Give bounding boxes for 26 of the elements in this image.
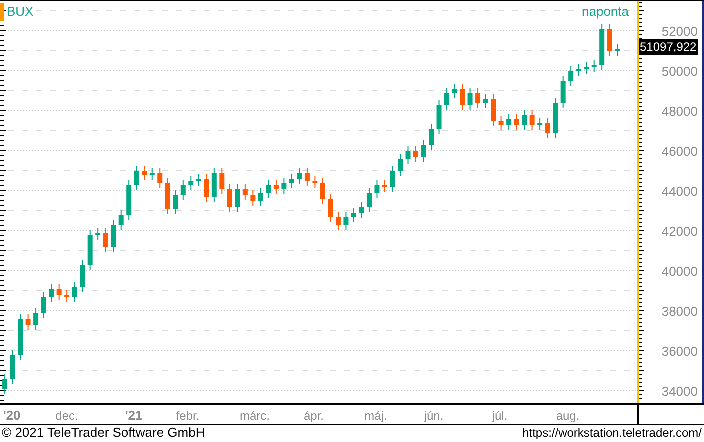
x-axis-label: ápr. xyxy=(304,409,324,423)
y-axis-label: 36000 xyxy=(662,344,698,359)
symbol-marker xyxy=(0,3,4,21)
x-axis-label: márc. xyxy=(240,409,270,423)
y-axis-label: 38000 xyxy=(662,304,698,319)
last-value-label: 51097,922 xyxy=(639,39,698,55)
copyright-text: © 2021 TeleTrader Software GmbH xyxy=(2,425,206,442)
x-axis-label: máj. xyxy=(364,409,388,423)
y-axis-label: 34000 xyxy=(662,384,698,399)
x-axis-label: jún. xyxy=(424,409,444,423)
y-axis-label: 44000 xyxy=(662,184,698,199)
symbol-label: BUX xyxy=(7,3,34,21)
x-axis-label: '21 xyxy=(125,408,143,423)
interval-label: naponta xyxy=(582,3,629,21)
x-axis-label: júl. xyxy=(492,409,508,423)
y-axis-label: 42000 xyxy=(662,224,698,239)
x-axis-label: dec. xyxy=(56,409,78,423)
y-axis-label: 48000 xyxy=(662,104,698,119)
x-axis-label: aug. xyxy=(556,409,580,423)
x-axis-label: '20 xyxy=(3,408,21,423)
y-axis-label: 40000 xyxy=(662,264,698,279)
y-axis-label: 50000 xyxy=(662,64,698,79)
website-url: https://workstation.teletrader.com/ xyxy=(522,425,702,442)
x-axis-label: febr. xyxy=(176,409,200,423)
y-axis-label: 52000 xyxy=(662,24,698,39)
y-axis-label: 46000 xyxy=(662,144,698,159)
